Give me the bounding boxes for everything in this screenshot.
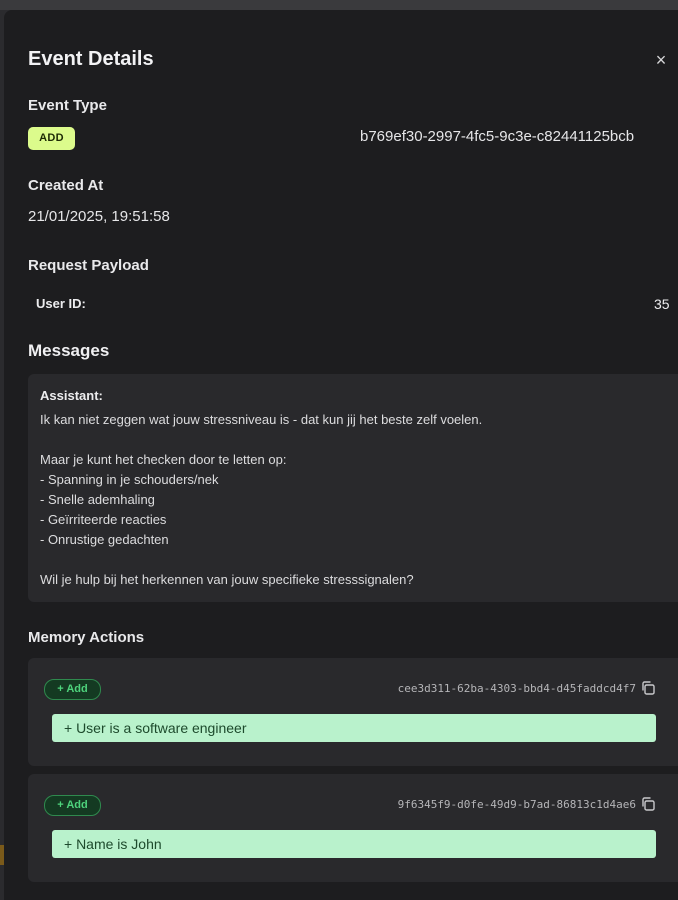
- memory-action-card: + Add 9f6345f9-d0fe-49d9-b7ad-86813c1d4a…: [28, 774, 678, 882]
- message-item: Assistant: Ik kan niet zeggen wat jouw s…: [28, 374, 678, 602]
- memory-add-badge[interactable]: + Add: [44, 795, 101, 816]
- memory-text: + User is a software engineer: [52, 714, 656, 742]
- memory-action-card: + Add cee3d311-62ba-4303-bbd4-d45faddcd4…: [28, 658, 678, 766]
- event-type-badge: ADD: [28, 127, 75, 150]
- copy-icon[interactable]: [640, 796, 656, 812]
- payload-user-id-key: User ID:: [36, 296, 86, 311]
- event-id: b769ef30-2997-4fc5-9c3e-c82441125bcb: [360, 128, 635, 145]
- messages-label: Messages: [28, 341, 110, 360]
- memory-actions-label: Memory Actions: [28, 629, 145, 646]
- created-at-label: Created At: [28, 177, 104, 194]
- event-details-panel: Event Details × Event Type ADD b769ef30-…: [4, 10, 678, 900]
- memory-id: cee3d311-62ba-4303-bbd4-d45faddcd4f7: [397, 682, 636, 695]
- created-at-value: 21/01/2025, 19:51:58: [28, 208, 170, 225]
- memory-id: 9f6345f9-d0fe-49d9-b7ad-86813c1d4ae6: [397, 798, 636, 811]
- payload-user-id-value: 35: [654, 296, 670, 312]
- message-text: Ik kan niet zeggen wat jouw stressniveau…: [40, 412, 483, 587]
- event-type-label: Event Type: [28, 97, 107, 114]
- request-payload-label: Request Payload: [28, 257, 149, 274]
- close-icon[interactable]: ×: [652, 49, 670, 71]
- backdrop: [0, 0, 678, 10]
- memory-text: + Name is John: [52, 830, 656, 858]
- dialog-title: Event Details: [28, 48, 154, 70]
- copy-icon[interactable]: [640, 680, 656, 696]
- message-role: Assistant:: [40, 388, 103, 403]
- memory-add-badge[interactable]: + Add: [44, 679, 101, 700]
